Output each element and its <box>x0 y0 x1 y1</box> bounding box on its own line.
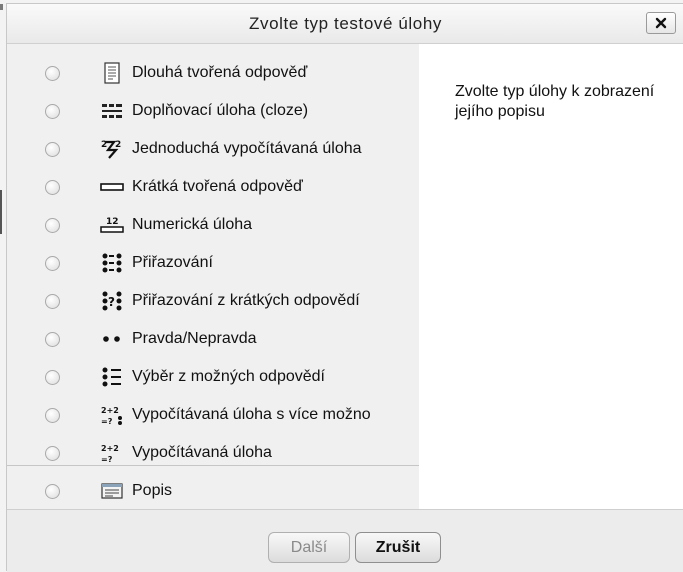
dialog-titlebar: Zvolte typ testové úlohy <box>7 4 683 44</box>
option-label: Numerická úloha <box>132 216 253 233</box>
option-label: Popis <box>132 482 173 499</box>
question-type-list: Dlouhá tvořená odpověď Doplňovací úloha … <box>7 44 419 509</box>
svg-text:2+2: 2+2 <box>101 406 119 415</box>
option-label: Jednoduchá vypočítávaná úloha <box>132 140 362 157</box>
svg-text:=?: =? <box>101 455 113 464</box>
window-edge-mark <box>0 190 2 234</box>
option-label: Doplňovací úloha (cloze) <box>132 102 309 119</box>
calculated-simple-icon: 2 2 <box>100 138 124 160</box>
short-answer-icon <box>100 176 124 198</box>
list-separator <box>7 465 419 466</box>
option-numerical[interactable]: 12 Numerická úloha <box>7 206 419 244</box>
radio-button[interactable] <box>45 407 60 423</box>
radio-button[interactable] <box>45 103 60 119</box>
true-false-icon <box>100 328 124 350</box>
option-calculated-multichoice[interactable]: 2+2 =? Vypočítávaná úloha s více možno <box>7 396 419 434</box>
dialog-footer: Další Zrušit <box>7 509 683 572</box>
option-label: Výběr z možných odpovědí <box>132 368 325 385</box>
calculated-icon: 2+2 =? <box>100 442 124 464</box>
radio-button[interactable] <box>45 255 60 271</box>
option-label: Dlouhá tvořená odpověď <box>132 64 308 81</box>
option-calculated-simple[interactable]: 2 2 Jednoduchá vypočítávaná úloha <box>7 130 419 168</box>
calculated-multichoice-icon: 2+2 =? <box>100 404 124 426</box>
option-label: Přiřazování z krátkých odpovědí <box>132 292 360 309</box>
svg-text:12: 12 <box>106 217 119 227</box>
essay-icon <box>100 62 124 84</box>
radio-button[interactable] <box>45 445 60 461</box>
cancel-button[interactable]: Zrušit <box>355 532 441 563</box>
option-essay[interactable]: Dlouhá tvořená odpověď <box>7 54 419 92</box>
question-type-dialog: Zvolte typ testové úlohy Dlouhá tvořená … <box>6 3 683 572</box>
description-icon <box>100 480 124 502</box>
option-description[interactable]: Popis <box>7 472 419 510</box>
option-calculated[interactable]: 2+2 =? Vypočítávaná úloha <box>7 434 419 472</box>
option-matching[interactable]: Přiřazování <box>7 244 419 282</box>
random-short-answer-matching-icon: ? <box>100 290 124 312</box>
radio-button[interactable] <box>45 179 60 195</box>
close-button[interactable] <box>646 12 676 34</box>
option-label: Vypočítávaná úloha s více možno <box>132 406 371 423</box>
svg-text:?: ? <box>108 295 115 309</box>
option-true-false[interactable]: Pravda/Nepravda <box>7 320 419 358</box>
svg-text:=?: =? <box>101 417 113 426</box>
option-label: Krátká tvořená odpověď <box>132 178 303 195</box>
multiple-choice-icon <box>100 366 124 388</box>
radio-button[interactable] <box>45 331 60 347</box>
matching-icon <box>100 252 124 274</box>
svg-text:2+2: 2+2 <box>101 444 119 453</box>
window-edge-mark <box>0 4 3 10</box>
radio-button[interactable] <box>45 369 60 385</box>
radio-button[interactable] <box>45 293 60 309</box>
dialog-title: Zvolte typ testové úlohy <box>249 14 442 33</box>
option-cloze[interactable]: Doplňovací úloha (cloze) <box>7 92 419 130</box>
option-short-answer[interactable]: Krátká tvořená odpověď <box>7 168 419 206</box>
next-button[interactable]: Další <box>268 532 350 563</box>
close-x-icon <box>655 17 667 29</box>
option-label: Pravda/Nepravda <box>132 330 257 347</box>
option-random-short-answer-matching[interactable]: ? Přiřazování z krátkých odpovědí <box>7 282 419 320</box>
numerical-icon: 12 <box>100 214 124 236</box>
radio-button[interactable] <box>45 217 60 233</box>
radio-button[interactable] <box>45 65 60 81</box>
option-multiple-choice[interactable]: Výběr z možných odpovědí <box>7 358 419 396</box>
radio-button[interactable] <box>45 483 60 499</box>
radio-button[interactable] <box>45 141 60 157</box>
option-label: Přiřazování <box>132 254 213 271</box>
option-label: Vypočítávaná úloha <box>132 444 272 461</box>
svg-text:2: 2 <box>115 140 121 150</box>
cloze-icon <box>100 100 124 122</box>
dialog-body: Dlouhá tvořená odpověď Doplňovací úloha … <box>7 44 683 509</box>
question-type-description: Zvolte typ úlohy k zobrazení jejího popi… <box>455 83 655 120</box>
